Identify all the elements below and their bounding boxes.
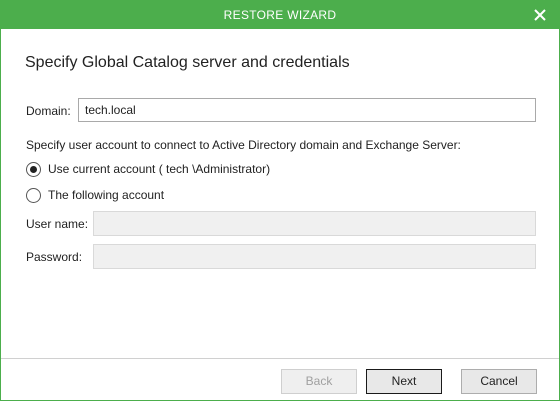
wizard-footer: Back Next Cancel xyxy=(1,358,559,400)
option-following-account-label: The following account xyxy=(48,188,165,202)
title-bar: RESTORE WIZARD xyxy=(1,1,559,29)
window-title: RESTORE WIZARD xyxy=(223,8,337,22)
restore-wizard-window: RESTORE WIZARD Specify Global Catalog se… xyxy=(0,0,560,401)
back-button[interactable]: Back xyxy=(281,369,357,394)
password-label: Password: xyxy=(26,250,83,264)
domain-label: Domain: xyxy=(26,104,71,118)
account-prompt: Specify user account to connect to Activ… xyxy=(26,138,461,152)
cancel-button[interactable]: Cancel xyxy=(461,369,537,394)
option-current-account[interactable]: Use current account ( tech \Administrato… xyxy=(26,160,270,178)
radio-following-account[interactable] xyxy=(26,187,41,203)
page-heading: Specify Global Catalog server and creden… xyxy=(25,54,350,71)
username-label: User name: xyxy=(26,217,89,231)
option-following-account[interactable]: The following account xyxy=(26,186,164,204)
next-button[interactable]: Next xyxy=(366,369,442,394)
close-icon[interactable] xyxy=(531,6,549,24)
option-current-account-label: Use current account ( tech \Administrato… xyxy=(48,162,271,176)
radio-current-account[interactable] xyxy=(26,161,41,177)
domain-input[interactable] xyxy=(78,98,536,122)
password-field xyxy=(93,244,536,269)
username-field xyxy=(93,211,536,236)
